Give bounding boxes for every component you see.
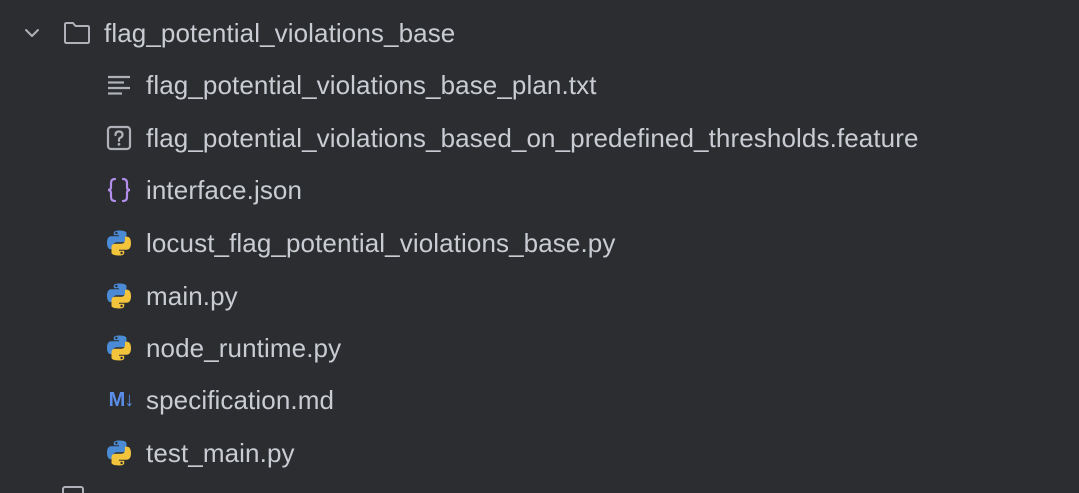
- tree-folder-row[interactable]: flag_potential_violations_base: [0, 7, 1079, 59]
- partial-file-icon: [62, 486, 84, 493]
- file-name: locust_flag_potential_violations_base.py: [146, 227, 616, 258]
- tree-file-row[interactable]: test_main.py: [0, 427, 1079, 479]
- tree-file-row[interactable]: flag_potential_violations_based_on_prede…: [0, 112, 1079, 164]
- tree-file-row[interactable]: flag_potential_violations_base_plan.txt: [0, 59, 1079, 111]
- tree-file-row[interactable]: node_runtime.py: [0, 322, 1079, 374]
- file-name: test_main.py: [146, 437, 295, 468]
- file-name: flag_potential_violations_base_plan.txt: [146, 69, 597, 100]
- python-icon: [104, 438, 134, 468]
- python-icon: [104, 228, 134, 258]
- python-icon: [104, 333, 134, 363]
- tree-file-row[interactable]: main.py: [0, 270, 1079, 322]
- folder-name: flag_potential_violations_base: [104, 17, 456, 48]
- project-tree: flag_potential_violations_base flag_pote…: [0, 0, 1079, 493]
- file-name: main.py: [146, 280, 238, 311]
- python-icon: [104, 281, 134, 311]
- json-icon: [104, 175, 134, 205]
- file-name: specification.md: [146, 384, 335, 415]
- file-name: interface.json: [146, 174, 303, 205]
- unknown-file-icon: [104, 123, 134, 153]
- folder-icon: [62, 18, 92, 48]
- markdown-icon: M↓: [108, 388, 135, 411]
- tree-file-row[interactable]: interface.json: [0, 164, 1079, 216]
- file-name: flag_potential_violations_based_on_prede…: [146, 122, 919, 153]
- text-file-icon: [104, 70, 134, 100]
- chevron-down-icon[interactable]: [18, 19, 46, 47]
- tree-file-row[interactable]: locust_flag_potential_violations_base.py: [0, 217, 1079, 269]
- file-name: node_runtime.py: [146, 332, 342, 363]
- tree-file-row[interactable]: M↓ specification.md: [0, 374, 1079, 426]
